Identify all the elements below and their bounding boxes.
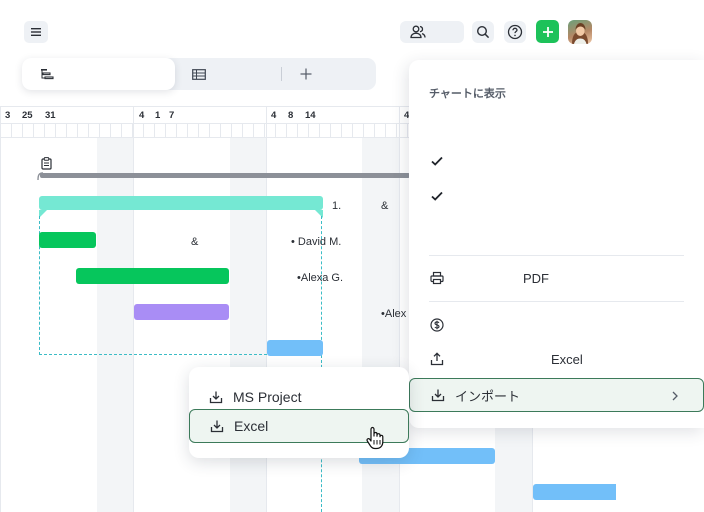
printer-icon [430, 271, 444, 285]
tab-gantt[interactable] [22, 58, 175, 90]
task-label: & [381, 200, 389, 212]
people-icon [410, 25, 426, 39]
clipboard-icon [41, 157, 52, 170]
day-label: 1 [155, 110, 161, 121]
tab-table[interactable] [192, 58, 206, 90]
task-label: & [191, 236, 199, 248]
gantt-icon [41, 69, 54, 80]
checkmark-icon[interactable] [430, 154, 444, 168]
search-button[interactable] [472, 21, 494, 43]
help-button[interactable] [504, 21, 526, 43]
search-icon [476, 25, 490, 39]
hamburger-icon [31, 28, 41, 36]
task-bar[interactable] [134, 304, 229, 320]
week-gridline [0, 106, 1, 512]
assignee-label: •Alexa G. [297, 272, 344, 284]
download-icon [210, 420, 224, 433]
excel-export-label[interactable]: Excel [551, 352, 583, 367]
day-label: 4 [271, 110, 277, 121]
group-summary-bar[interactable] [39, 196, 323, 210]
panel-divider [429, 301, 684, 302]
task-bar[interactable] [533, 484, 616, 500]
assignee-label: • David M. [291, 236, 342, 248]
task-bar[interactable] [76, 268, 229, 284]
avatar[interactable] [568, 20, 592, 44]
day-label: 7 [169, 110, 175, 121]
import-label: インポート [455, 388, 521, 404]
dollar-icon[interactable] [430, 318, 444, 332]
view-divider [281, 67, 282, 81]
plus-icon [542, 26, 553, 37]
day-label: 25 [22, 110, 33, 121]
day-label: 3 [5, 110, 11, 121]
submenu-item-label: MS Project [233, 389, 302, 405]
day-label: 14 [305, 110, 316, 121]
people-button[interactable] [400, 21, 464, 43]
project-summary-bar[interactable] [40, 173, 410, 178]
hand-cursor-icon [366, 426, 384, 450]
task-bar[interactable] [267, 340, 323, 356]
panel-divider [429, 255, 684, 256]
task-label: 1. [332, 200, 342, 212]
table-icon [192, 68, 206, 80]
help-icon [507, 24, 523, 40]
checkmark-icon[interactable] [430, 189, 444, 203]
task-bar[interactable] [39, 232, 96, 248]
day-label: 4 [139, 110, 145, 121]
assignee-label: •Alex [381, 308, 407, 320]
view-switch [22, 58, 376, 90]
tab-add-view[interactable] [300, 58, 312, 90]
menu-button[interactable] [24, 21, 48, 43]
chevron-right-icon [672, 391, 678, 401]
day-label: 31 [45, 110, 56, 121]
chart-options-panel: チャートに表示 PDF Excel インポート [409, 60, 704, 428]
download-icon [431, 389, 445, 402]
plus-icon [300, 68, 312, 80]
day-label: 8 [288, 110, 294, 121]
avatar-photo [572, 23, 588, 44]
add-button[interactable] [536, 20, 559, 43]
import-menu-item[interactable]: インポート [409, 378, 704, 412]
summary-bracket [37, 172, 44, 181]
panel-title: チャートに表示 [429, 88, 506, 100]
pdf-export-label[interactable]: PDF [523, 271, 549, 286]
export-icon [430, 352, 444, 366]
download-icon [209, 391, 223, 404]
submenu-item-label: Excel [234, 418, 269, 434]
